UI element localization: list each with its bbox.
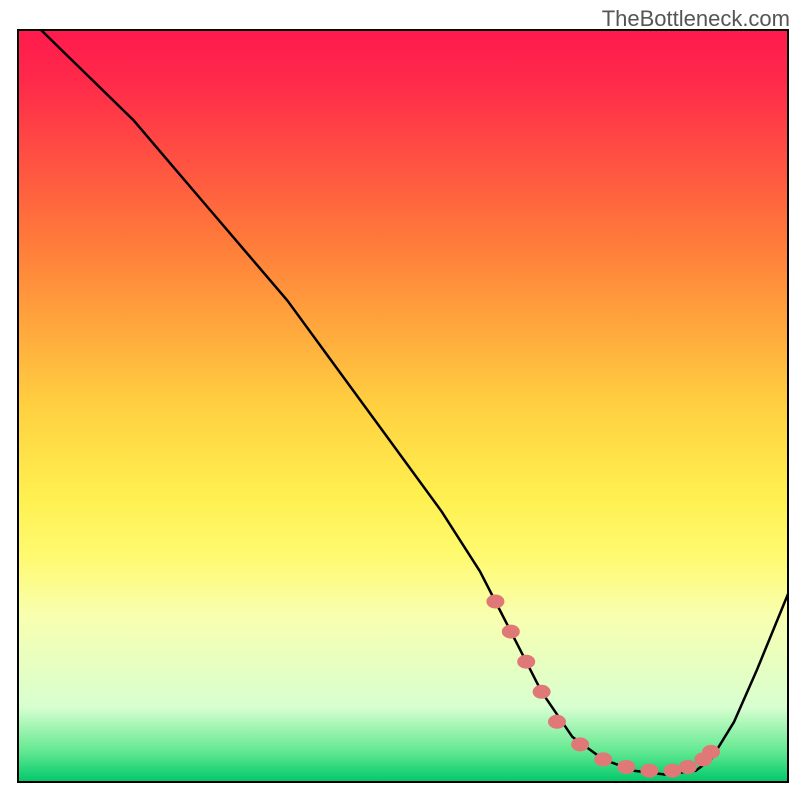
highlight-dot bbox=[640, 764, 658, 778]
highlight-dot bbox=[548, 715, 566, 729]
highlight-dot bbox=[533, 685, 551, 699]
highlight-dot bbox=[679, 760, 697, 774]
highlight-dot bbox=[594, 752, 612, 766]
gradient-background bbox=[18, 30, 788, 782]
highlight-dot bbox=[702, 745, 720, 759]
highlight-dot bbox=[486, 595, 504, 609]
chart-container: TheBottleneck.com bbox=[0, 0, 800, 800]
highlight-dot bbox=[502, 625, 520, 639]
highlight-dot bbox=[571, 737, 589, 751]
plot-area bbox=[18, 30, 788, 782]
watermark-text: TheBottleneck.com bbox=[602, 6, 790, 32]
highlight-dot bbox=[517, 655, 535, 669]
highlight-dot bbox=[617, 760, 635, 774]
chart-svg bbox=[0, 0, 800, 800]
highlight-dot bbox=[664, 764, 682, 778]
